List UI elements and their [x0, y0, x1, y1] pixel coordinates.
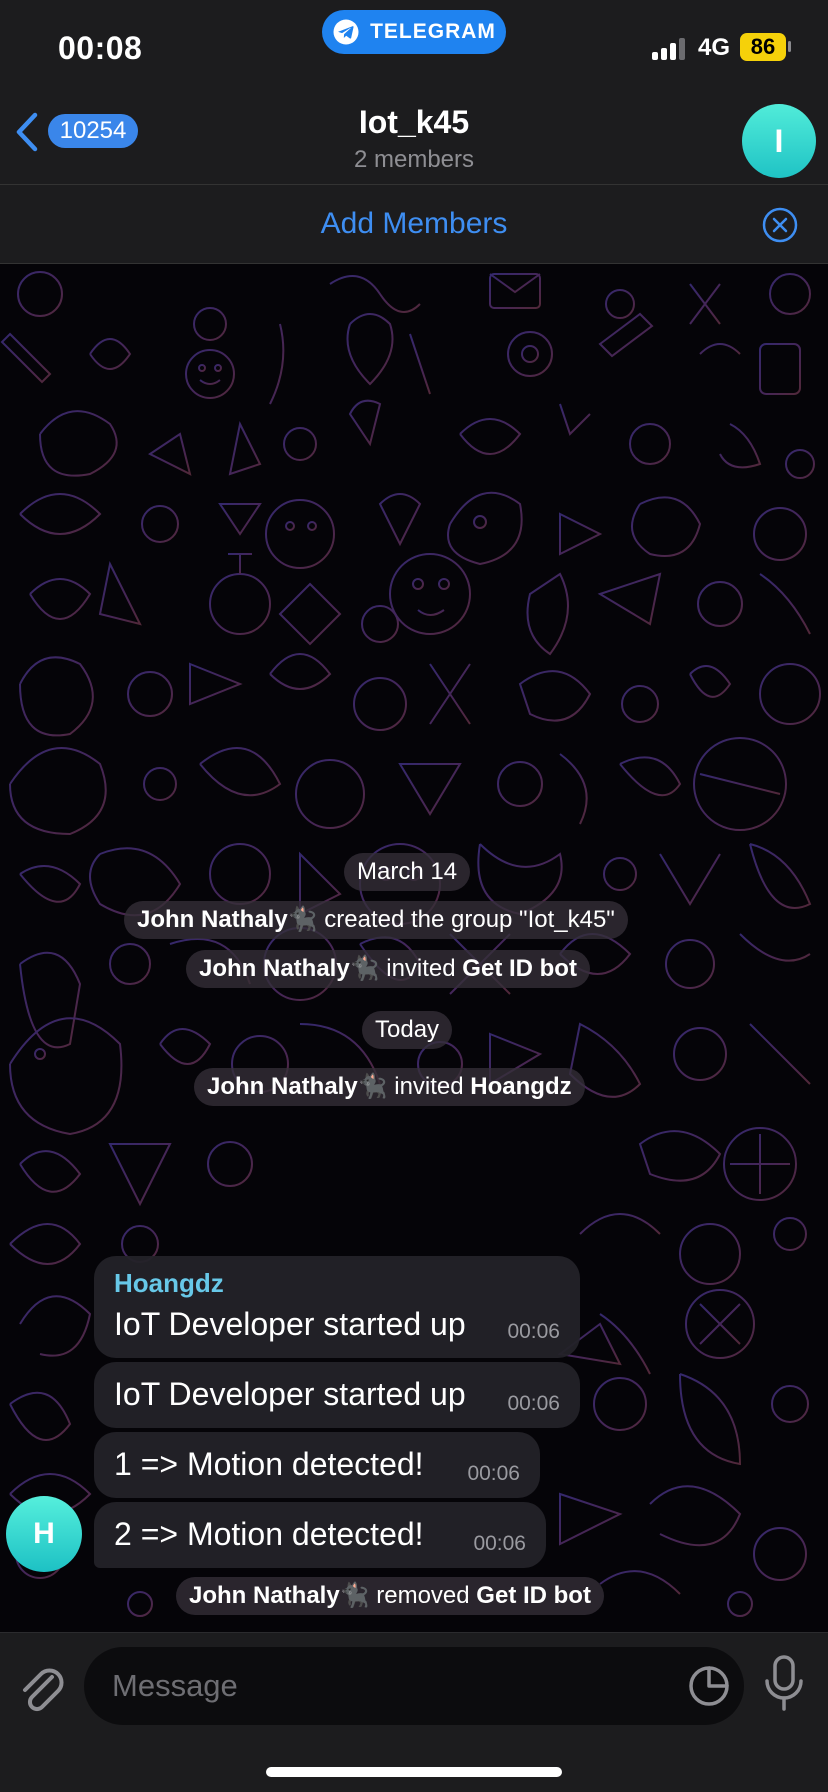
service-verb: removed — [376, 1582, 470, 1609]
message-text: IoT Developer started up — [114, 1306, 466, 1342]
message-time: 00:06 — [467, 1462, 520, 1485]
close-circle-icon — [762, 207, 798, 243]
service-target[interactable]: Hoangdz — [470, 1073, 571, 1100]
app-pill-label: TELEGRAM — [370, 20, 496, 43]
close-banner-button[interactable] — [762, 207, 798, 243]
service-target[interactable]: Get ID bot — [462, 955, 577, 982]
chat-member-count: 2 members — [353, 146, 475, 173]
message-input[interactable] — [110, 1665, 654, 1707]
add-members-button[interactable]: Add Members — [0, 207, 828, 241]
status-bar: 00:08 TELEGRAM 4G 86 — [0, 0, 828, 90]
service-actor: John Nathaly🐈‍⬛ — [199, 955, 380, 982]
service-message-group-created: John Nathaly🐈‍⬛ created the group "Iot_k… — [124, 901, 628, 939]
microphone-icon — [765, 1655, 803, 1711]
service-actor: John Nathaly🐈‍⬛ — [207, 1073, 388, 1100]
status-time: 00:08 — [58, 30, 143, 66]
message-time: 00:06 — [507, 1320, 560, 1343]
telegram-app-pill[interactable]: TELEGRAM — [322, 10, 506, 54]
sender-avatar[interactable]: H — [6, 1496, 82, 1572]
message-time: 00:06 — [507, 1392, 560, 1415]
service-actor: John Nathaly🐈‍⬛ — [189, 1582, 370, 1609]
service-actor: John Nathaly🐈‍⬛ — [137, 906, 318, 933]
service-verb: invited — [394, 1073, 464, 1100]
composer-bar — [0, 1632, 828, 1792]
sticker-button[interactable] — [688, 1665, 730, 1707]
date-separator: March 14 — [344, 853, 471, 891]
add-members-banner: Add Members — [0, 184, 828, 264]
message-text: 2 => Motion detected! — [114, 1516, 424, 1552]
service-text: created the group "Iot_k45" — [324, 906, 615, 933]
message-bubble[interactable]: Hoangdz IoT Developer started up 00:06 — [94, 1256, 580, 1358]
battery-indicator: 86 — [740, 33, 786, 61]
message-time: 00:06 — [473, 1532, 526, 1555]
message-field — [84, 1647, 744, 1725]
battery-nub — [788, 41, 791, 52]
message-text: 1 => Motion detected! — [114, 1446, 424, 1482]
message-bubble[interactable]: IoT Developer started up 00:06 — [94, 1362, 580, 1428]
message-sender-name[interactable]: Hoangdz — [114, 1268, 224, 1299]
service-message-removed-bot: John Nathaly🐈‍⬛ removed Get ID bot — [176, 1577, 604, 1615]
date-separator: Today — [362, 1011, 453, 1049]
service-target[interactable]: Get ID bot — [476, 1582, 591, 1609]
home-indicator — [266, 1767, 562, 1777]
message-text: IoT Developer started up — [114, 1376, 466, 1412]
attach-button[interactable] — [16, 1657, 68, 1717]
network-type: 4G — [698, 34, 731, 61]
chat-history[interactable]: March 14 John Nathaly🐈‍⬛ created the gro… — [0, 264, 828, 1632]
cellular-signal-icon — [652, 36, 690, 60]
sticker-icon — [689, 1666, 729, 1706]
telegram-plane-icon — [333, 19, 359, 45]
message-bubble[interactable]: 2 => Motion detected! 00:06 — [94, 1502, 546, 1568]
service-verb: invited — [386, 955, 456, 982]
group-avatar[interactable]: I — [742, 104, 816, 178]
message-bubble[interactable]: 1 => Motion detected! 00:06 — [94, 1432, 540, 1498]
chat-title[interactable]: Iot_k45 — [0, 104, 828, 141]
voice-message-button[interactable] — [762, 1653, 806, 1715]
chat-header: 10254 Iot_k45 2 members I — [0, 90, 828, 184]
paperclip-icon — [23, 1668, 64, 1712]
service-message-invited-bot: John Nathaly🐈‍⬛ invited Get ID bot — [186, 950, 590, 988]
service-message-invited-user: John Nathaly🐈‍⬛ invited Hoangdz — [194, 1068, 585, 1106]
